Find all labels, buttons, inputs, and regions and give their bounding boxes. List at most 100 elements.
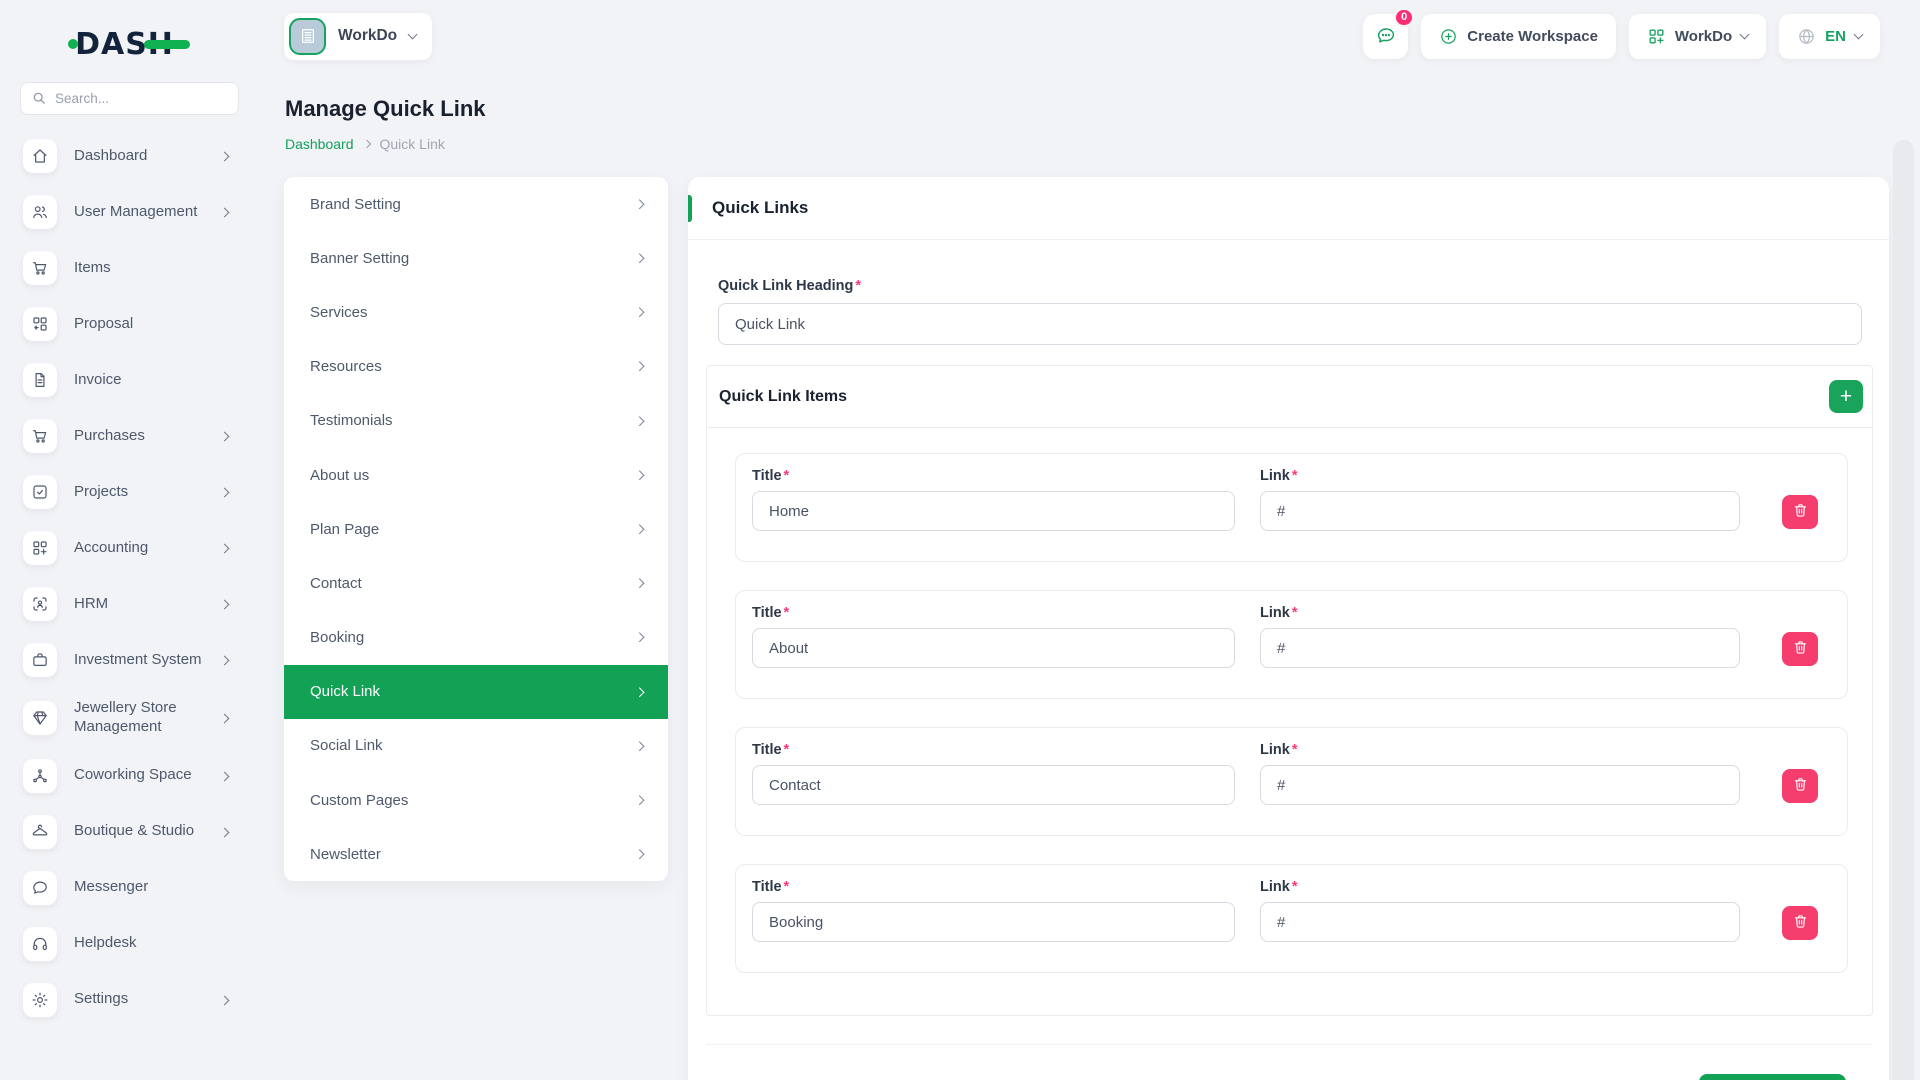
language-selector[interactable]: EN (1779, 14, 1880, 59)
settings-menu-item-label: Services (310, 304, 368, 321)
quick-link-item-row: Title* Link* (735, 727, 1848, 836)
item-link-input-1[interactable] (1260, 628, 1740, 668)
trash-icon (1792, 913, 1809, 933)
chevron-right-icon (220, 827, 230, 837)
quick-link-heading-input[interactable] (718, 303, 1862, 345)
sidebar-item-invoice[interactable]: Invoice (23, 363, 258, 397)
grid-plus-icon (1647, 27, 1666, 46)
sidebar-item-purchases[interactable]: Purchases (23, 419, 258, 453)
item-title-input-2[interactable] (752, 765, 1235, 805)
chevron-right-icon (634, 579, 643, 588)
chevron-right-icon (634, 254, 643, 263)
sidebar-item-accounting[interactable]: Accounting (23, 531, 258, 565)
chevron-right-icon (220, 995, 230, 1005)
delete-item-button[interactable] (1782, 495, 1818, 529)
item-title-input-1[interactable] (752, 628, 1235, 668)
topbar: WorkDo 0 Create Workspace WorkDo EN (284, 12, 1880, 60)
delete-item-button[interactable] (1782, 632, 1818, 666)
item-link-input-2[interactable] (1260, 765, 1740, 805)
breadcrumb-dashboard-link[interactable]: Dashboard (285, 136, 354, 152)
chat-icon (23, 871, 57, 905)
headphones-icon (23, 927, 57, 961)
chevron-right-icon (220, 771, 230, 781)
delete-item-button[interactable] (1782, 769, 1818, 803)
settings-menu-item-label: Testimonials (310, 412, 393, 429)
create-workspace-button[interactable]: Create Workspace (1421, 14, 1616, 59)
item-link-input-0[interactable] (1260, 491, 1740, 531)
breadcrumb-current: Quick Link (380, 136, 445, 152)
item-title-input-3[interactable] (752, 902, 1235, 942)
settings-menu-item-brand-setting[interactable]: Brand Setting (284, 177, 668, 231)
sidebar-item-jewellery-store-management[interactable]: Jewellery Store Management (23, 699, 258, 737)
settings-menu-item-about-us[interactable]: About us (284, 448, 668, 502)
sidebar-item-coworking-space[interactable]: Coworking Space (23, 759, 258, 793)
required-asterisk: * (1292, 605, 1298, 621)
item-link-input-3[interactable] (1260, 902, 1740, 942)
chevron-right-icon (220, 152, 230, 162)
chevron-right-icon (634, 199, 643, 208)
card-title: Quick Links (712, 198, 808, 218)
sidebar-item-dashboard[interactable]: Dashboard (23, 139, 258, 173)
workspace-menu-label: WorkDo (1675, 28, 1732, 45)
hanger-icon (23, 815, 57, 849)
settings-menu-item-label: Banner Setting (310, 250, 409, 267)
workspace-switcher[interactable]: WorkDo (284, 13, 432, 60)
sidebar-item-settings[interactable]: Settings (23, 983, 258, 1017)
settings-menu-item-newsletter[interactable]: Newsletter (284, 827, 668, 881)
item-title-input-0[interactable] (752, 491, 1235, 531)
logo-dash-icon (144, 40, 190, 49)
add-item-button[interactable]: + (1829, 380, 1863, 413)
settings-menu-item-testimonials[interactable]: Testimonials (284, 394, 668, 448)
settings-menu-item-social-link[interactable]: Social Link (284, 719, 668, 773)
sidebar-item-investment-system[interactable]: Investment System (23, 643, 258, 677)
save-button[interactable]: Save Changes (1699, 1074, 1846, 1080)
settings-menu-item-booking[interactable]: Booking (284, 611, 668, 665)
sidebar-item-projects[interactable]: Projects (23, 475, 258, 509)
card-header: Quick Links (688, 177, 1889, 240)
required-asterisk: * (1292, 468, 1298, 484)
settings-menu-item-plan-page[interactable]: Plan Page (284, 502, 668, 556)
sidebar-item-label: Purchases (74, 427, 145, 446)
sidebar-item-boutique-studio[interactable]: Boutique & Studio (23, 815, 258, 849)
workspace-menu[interactable]: WorkDo (1629, 14, 1766, 59)
layout-icon (23, 307, 57, 341)
link-label: Link* (1260, 742, 1740, 758)
file-text-icon (23, 363, 57, 397)
sidebar-item-hrm[interactable]: HRM (23, 587, 258, 621)
title-label: Title* (752, 879, 1235, 895)
sidebar-item-label: Dashboard (74, 147, 147, 166)
sidebar-item-messenger[interactable]: Messenger (23, 871, 258, 905)
sidebar-item-helpdesk[interactable]: Helpdesk (23, 927, 258, 961)
briefcase-icon (23, 643, 57, 677)
sidebar-item-label: Investment System (74, 651, 202, 670)
settings-menu-item-label: Custom Pages (310, 792, 408, 809)
search-icon (31, 90, 47, 106)
chevron-right-icon (634, 308, 643, 317)
scrollbar-track[interactable] (1893, 140, 1914, 1080)
chevron-right-icon (220, 713, 230, 723)
settings-menu-item-contact[interactable]: Contact (284, 556, 668, 610)
settings-menu-item-label: Resources (310, 358, 382, 375)
sidebar-item-items[interactable]: Items (23, 251, 258, 285)
settings-menu-item-label: Contact (310, 575, 362, 592)
sidebar-item-label: Proposal (74, 315, 133, 334)
plus-circle-icon (1439, 27, 1458, 46)
trash-icon (1792, 502, 1809, 522)
search-input[interactable] (20, 82, 239, 115)
required-asterisk: * (784, 879, 790, 895)
settings-menu-item-banner-setting[interactable]: Banner Setting (284, 231, 668, 285)
sidebar-item-proposal[interactable]: Proposal (23, 307, 258, 341)
settings-menu-item-services[interactable]: Services (284, 285, 668, 339)
gear-icon (23, 983, 57, 1017)
delete-item-button[interactable] (1782, 906, 1818, 940)
settings-menu-item-custom-pages[interactable]: Custom Pages (284, 773, 668, 827)
chevron-right-icon (220, 488, 230, 498)
settings-menu-item-quick-link[interactable]: Quick Link (284, 665, 668, 719)
sidebar-item-user-management[interactable]: User Management (23, 195, 258, 229)
grid-plus-icon (23, 531, 57, 565)
building-icon (289, 18, 326, 55)
breadcrumb: Dashboard Quick Link (285, 136, 445, 152)
page-title: Manage Quick Link (285, 96, 486, 122)
messages-button[interactable]: 0 (1363, 14, 1408, 59)
settings-menu-item-resources[interactable]: Resources (284, 340, 668, 394)
